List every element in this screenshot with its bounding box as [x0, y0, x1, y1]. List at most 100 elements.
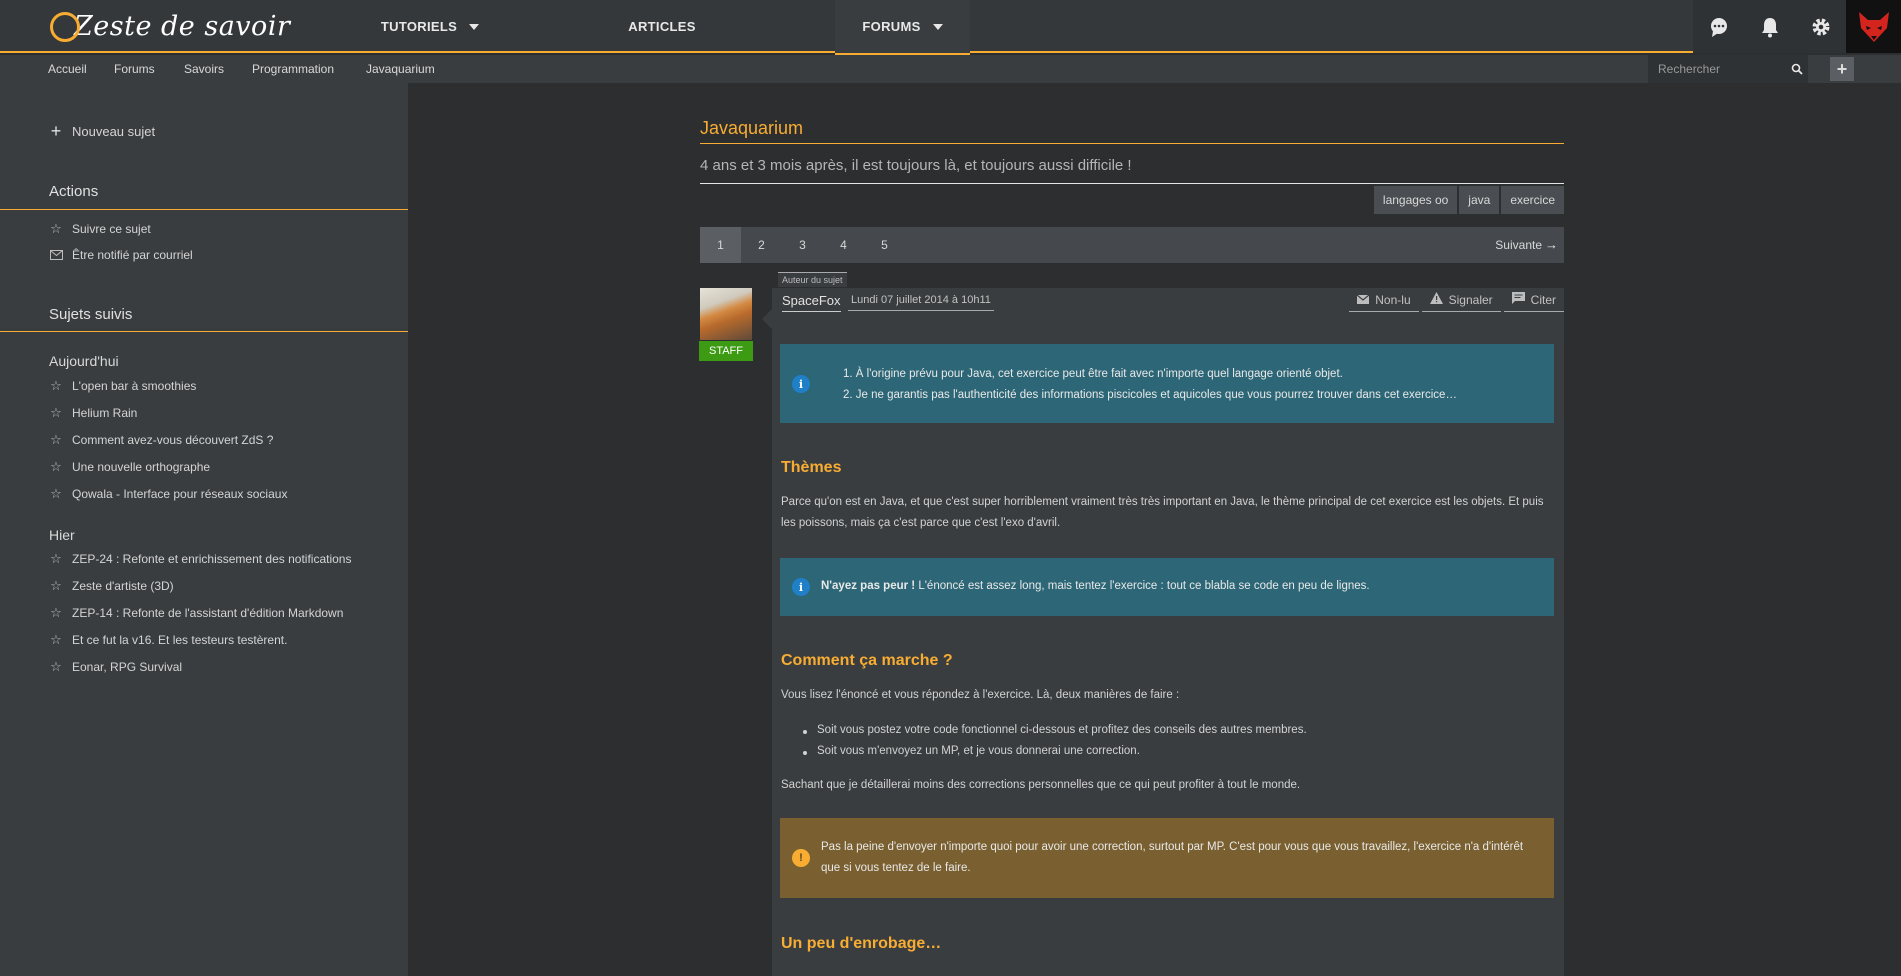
followed-topic-label: ZEP-24 : Refonte et enrichissement des n…	[72, 552, 352, 566]
followed-heading: Sujets suivis	[49, 306, 133, 323]
logo-text: Zeste de savoir	[74, 10, 291, 42]
plus-icon[interactable]: +	[1830, 57, 1854, 81]
post-actions: Non-lu Signaler Citer	[1349, 288, 1564, 312]
follow-topic-link[interactable]: ☆ Suivre ce sujet	[49, 221, 151, 237]
nav-articles-label: ARTICLES	[628, 19, 696, 34]
messages-icon[interactable]	[1693, 0, 1744, 53]
nav-tutoriels[interactable]: TUTORIELS	[380, 0, 480, 53]
followed-topic-label: Zeste d'artiste (3D)	[72, 579, 174, 593]
sidebar: + Nouveau sujet Actions ☆ Suivre ce suje…	[0, 83, 408, 976]
heading-themes: Thèmes	[781, 459, 842, 476]
mark-unread-button[interactable]: Non-lu	[1349, 288, 1419, 312]
info-box: i 1. À l'origine prévu pour Java, cet ex…	[780, 344, 1554, 423]
tag-exercice[interactable]: exercice	[1501, 186, 1564, 214]
top-navbar: Zeste de savoir TUTORIELS ARTICLES FORUM…	[0, 0, 1901, 56]
breadcrumb-programmation[interactable]: Programmation	[252, 62, 334, 76]
info-list-item: À l'origine prévu pour Java, cet exercic…	[855, 368, 1343, 380]
tag-langages-oo[interactable]: langages oo	[1373, 186, 1458, 214]
followed-topic[interactable]: ☆ L'open bar à smoothies	[49, 378, 196, 394]
today-label: Aujourd'hui	[49, 353, 119, 369]
yesterday-label: Hier	[49, 527, 75, 543]
gear-icon[interactable]	[1795, 0, 1846, 53]
warning-box: ! Pas la peine d'envoyer n'importe quoi …	[780, 818, 1554, 898]
breadcrumb-forums[interactable]: Forums	[114, 62, 155, 76]
followed-topic[interactable]: ☆ Zeste d'artiste (3D)	[49, 578, 174, 594]
page-1[interactable]: 1	[700, 227, 741, 263]
user-avatar[interactable]	[1846, 0, 1901, 53]
warning-text: Pas la peine d'envoyer n'importe quoi po…	[821, 841, 1524, 874]
page-5[interactable]: 5	[864, 227, 905, 263]
info-list: 1. À l'origine prévu pour Java, cet exer…	[843, 364, 1457, 406]
search-input[interactable]: Rechercher	[1648, 55, 1808, 83]
star-icon: ☆	[50, 221, 62, 236]
info-text: N'ayez pas peur ! L'énoncé est assez lon…	[821, 580, 1370, 592]
heading-wrap: Un peu d'enrobage…	[781, 935, 942, 952]
new-topic-label: Nouveau sujet	[72, 124, 156, 139]
site-logo[interactable]: Zeste de savoir	[50, 8, 290, 44]
plus-icon: +	[50, 121, 62, 141]
report-label: Signaler	[1448, 292, 1493, 307]
new-topic-button[interactable]: + Nouveau sujet	[49, 121, 155, 142]
paragraph-how: Vous lisez l'énoncé et vous répondez à l…	[781, 689, 1180, 701]
arrow-right-icon: →	[1545, 237, 1558, 252]
tag-java[interactable]: java	[1459, 186, 1500, 214]
followed-topic[interactable]: ☆ Eonar, RPG Survival	[49, 659, 182, 675]
star-icon: ☆	[50, 551, 62, 566]
followed-topic[interactable]: ☆ Qowala - Interface pour réseaux sociaux	[49, 486, 287, 502]
page-title: Javaquarium	[700, 118, 804, 138]
info-box: i N'ayez pas peur ! L'énoncé est assez l…	[780, 558, 1554, 616]
author-tag: Auteur du sujet	[778, 272, 847, 287]
info-body-text: L'énoncé est assez long, mais tentez l'e…	[915, 580, 1370, 592]
nav-articles[interactable]: ARTICLES	[600, 0, 724, 53]
logo-mark-icon	[50, 12, 80, 42]
page-4[interactable]: 4	[823, 227, 864, 263]
followed-topic-label: ZEP-14 : Refonte de l'assistant d'éditio…	[72, 606, 344, 620]
followed-topic[interactable]: ☆ Helium Rain	[49, 405, 137, 421]
chevron-down-icon	[469, 23, 480, 30]
next-page-button[interactable]: Suivante	[1495, 238, 1542, 252]
search-icon[interactable]	[1786, 55, 1808, 83]
heading-how: Comment ça marche ?	[781, 652, 953, 669]
followed-topic-label: Et ce fut la v16. Et les testeurs testèr…	[72, 633, 288, 647]
followed-topic-label: L'open bar à smoothies	[72, 379, 197, 393]
followed-topic[interactable]: ☆ ZEP-14 : Refonte de l'assistant d'éditi…	[49, 605, 343, 621]
report-button[interactable]: Signaler	[1421, 288, 1501, 312]
quote-button[interactable]: Citer	[1503, 288, 1564, 312]
followed-topic[interactable]: ☆ Comment avez-vous découvert ZdS ?	[49, 432, 273, 448]
nav-forums[interactable]: FORUMS	[835, 0, 970, 56]
info-list-item: Je ne garantis pas l'authenticité des in…	[855, 389, 1457, 401]
envelope-icon	[49, 250, 63, 260]
breadcrumb: Accueil Forums Savoirs Programmation Jav…	[0, 55, 1901, 83]
staff-badge: STAFF	[699, 341, 753, 361]
breadcrumb-javaquarium[interactable]: Javaquarium	[366, 62, 435, 76]
followed-topic[interactable]: ☆ Une nouvelle orthographe	[49, 459, 210, 475]
followed-topic[interactable]: ☆ ZEP-24 : Refonte et enrichissement des …	[49, 551, 351, 567]
star-icon: ☆	[50, 378, 62, 393]
mark-unread-label: Non-lu	[1375, 292, 1411, 307]
star-icon: ☆	[50, 405, 62, 420]
star-icon: ☆	[50, 459, 62, 474]
chevron-down-icon	[932, 23, 943, 30]
star-icon: ☆	[50, 432, 62, 447]
divider	[0, 331, 408, 332]
star-icon: ☆	[50, 632, 62, 647]
breadcrumb-savoirs[interactable]: Savoirs	[184, 62, 224, 76]
followed-topic-label: Une nouvelle orthographe	[72, 460, 211, 474]
page-3[interactable]: 3	[782, 227, 823, 263]
followed-topic-label: Helium Rain	[72, 406, 138, 420]
breadcrumb-accueil[interactable]: Accueil	[48, 62, 87, 76]
followed-topic[interactable]: ☆ Et ce fut la v16. Et les testeurs testè…	[49, 632, 287, 648]
quote-icon	[1511, 292, 1525, 307]
email-notify-link[interactable]: Être notifié par courriel	[49, 248, 193, 262]
post-date[interactable]: Lundi 07 juillet 2014 à 10h11	[848, 294, 994, 311]
author-name[interactable]: SpaceFox	[782, 293, 841, 312]
author-avatar[interactable]	[700, 288, 752, 340]
warning-icon	[1429, 292, 1443, 307]
page-2[interactable]: 2	[741, 227, 782, 263]
paragraph-themes: Parce qu'on est en Java, et que c'est su…	[781, 496, 1544, 529]
bell-icon[interactable]	[1744, 0, 1795, 53]
followed-topic-label: Eonar, RPG Survival	[72, 660, 183, 674]
list-number: 1.	[843, 368, 856, 380]
nav-tutoriels-label: TUTORIELS	[380, 19, 458, 34]
list-item: Soit vous postez votre code fonctionnel …	[803, 724, 1307, 736]
